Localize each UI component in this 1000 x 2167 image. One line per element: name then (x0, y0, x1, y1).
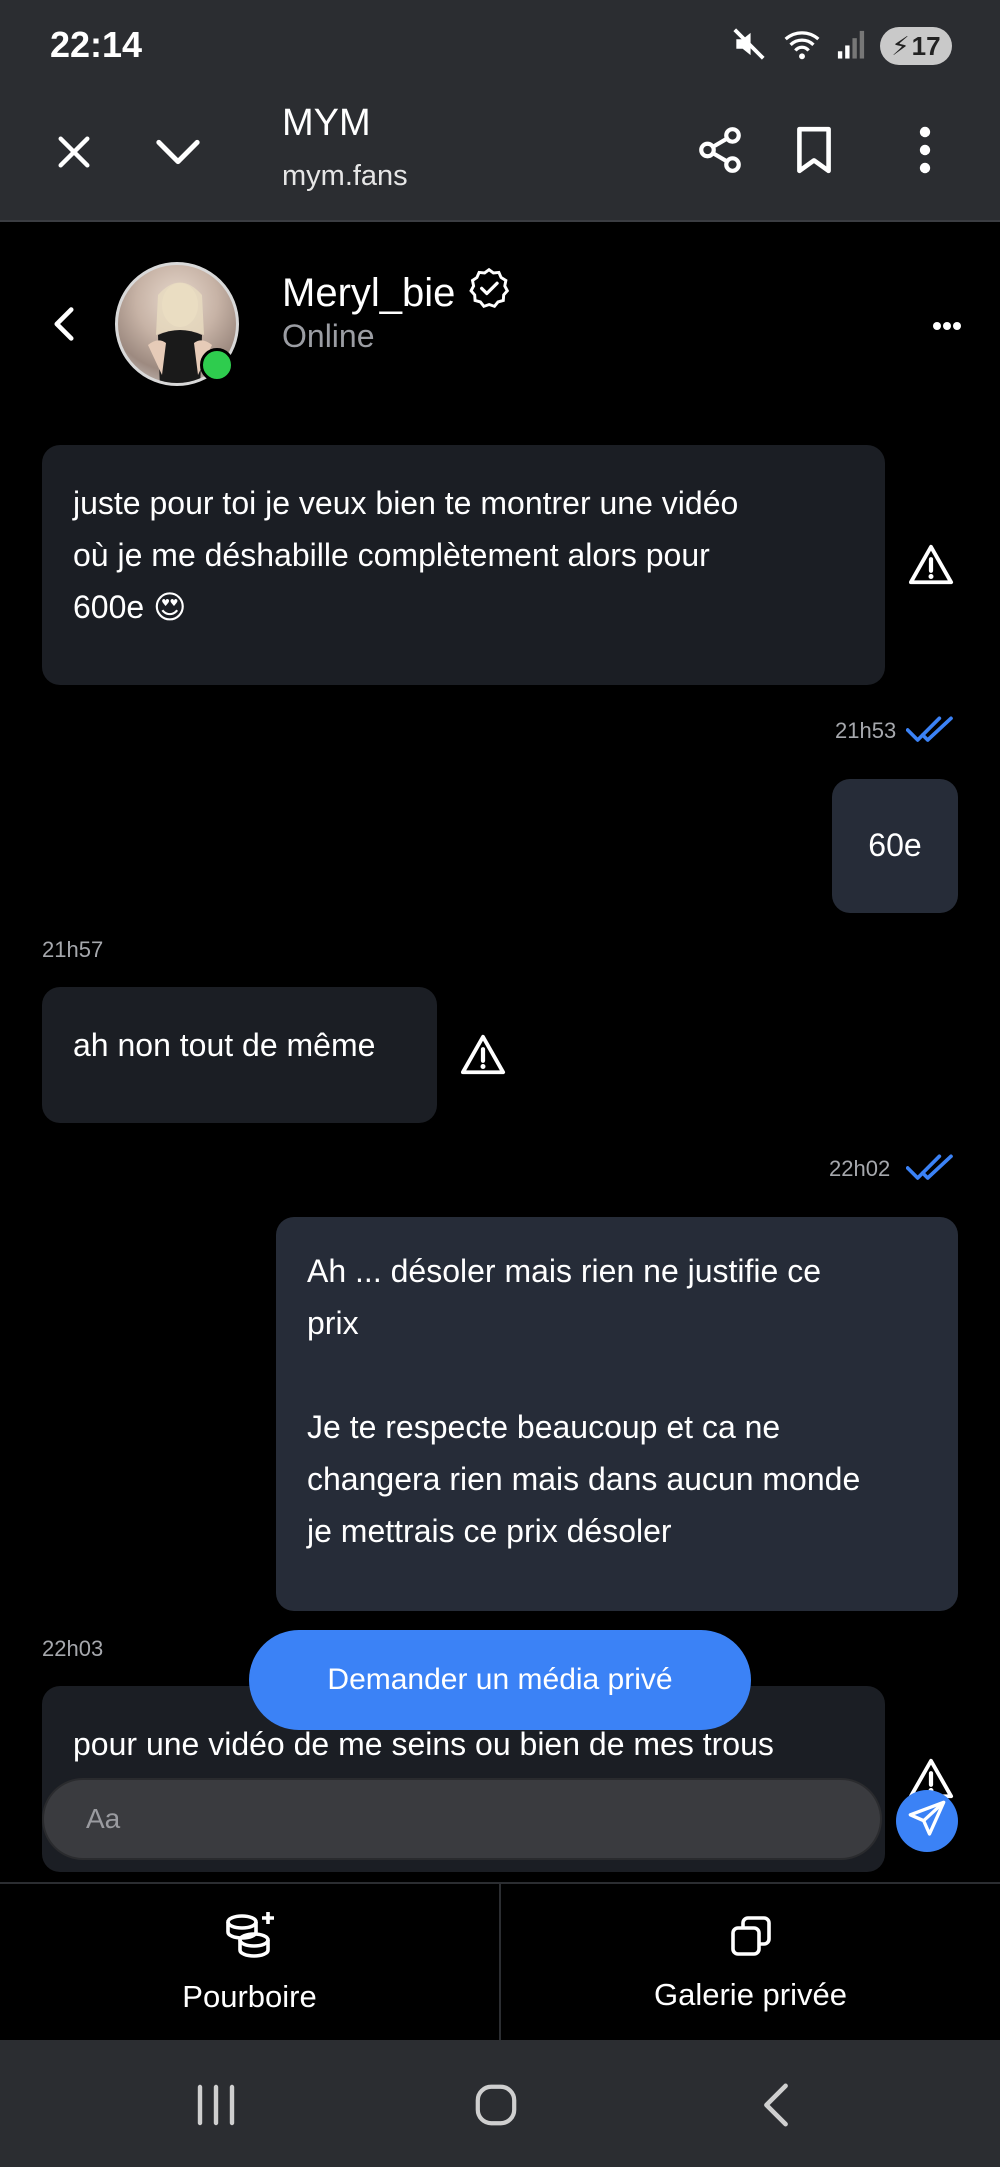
charging-icon: ⚡ (891, 30, 910, 61)
browser-url[interactable]: mym.fans (282, 160, 408, 193)
gallery-icon (727, 1912, 775, 1965)
message-bubble-sent: 60e (832, 779, 958, 913)
read-receipt-icon (905, 714, 956, 751)
online-indicator (200, 348, 234, 382)
close-icon[interactable] (46, 124, 102, 180)
wifi-icon (782, 26, 822, 67)
report-warning-icon[interactable] (460, 1032, 506, 1078)
message-input[interactable] (44, 1780, 880, 1858)
message-line: 600e 😍 (73, 589, 187, 625)
message-line: Ah ... désoler mais rien ne justifie ce (307, 1253, 822, 1289)
message-line: Je te respecte beaucoup et ca ne (307, 1409, 781, 1445)
send-icon (907, 1799, 947, 1844)
share-icon[interactable] (690, 120, 750, 180)
coins-plus-icon (222, 1910, 278, 1967)
message-line: je mettrais ce prix désoler (307, 1513, 672, 1549)
mute-icon (730, 25, 768, 68)
message-bubble-received: juste pour toi je veux bien te montrer u… (42, 445, 885, 685)
system-back-icon[interactable] (736, 2070, 816, 2140)
request-private-media-button[interactable]: Demander un média privé (249, 1630, 751, 1730)
chevron-down-icon[interactable] (150, 124, 206, 180)
verified-badge-icon (467, 266, 511, 320)
status-time: 22:14 (50, 24, 143, 65)
system-navigation-bar (0, 2040, 1000, 2167)
status-bar: 22:14 ⚡ 17 (0, 0, 1000, 90)
read-receipt-icon (905, 1152, 956, 1189)
home-icon[interactable] (456, 2070, 536, 2140)
signal-icon (836, 28, 866, 65)
private-gallery-button[interactable]: Galerie privée (499, 1884, 1000, 2040)
battery-level: 17 (911, 30, 941, 61)
private-gallery-label: Galerie privée (654, 1976, 847, 2012)
presence-status: Online (282, 318, 375, 354)
chat-header: Meryl_bie Online (0, 224, 1000, 424)
message-line: prix (307, 1305, 359, 1341)
message-bubble-sent: Ah ... désoler mais rien ne justifie ce … (276, 1217, 958, 1611)
bottom-action-bar: Pourboire Galerie privée (0, 1882, 1000, 2040)
message-line: juste pour toi je veux bien te montrer u… (73, 485, 739, 521)
message-timestamp: 21h57 (42, 937, 104, 962)
message-composer (42, 1778, 882, 1860)
message-bubble-received: ah non tout de même (42, 987, 437, 1123)
message-line: ah non tout de même (73, 1027, 376, 1063)
bookmark-icon[interactable] (784, 120, 844, 180)
battery-indicator: ⚡ 17 (880, 27, 952, 65)
more-horizontal-icon[interactable] (932, 318, 968, 332)
browser-toolbar: MYM mym.fans (0, 90, 1000, 222)
report-warning-icon[interactable] (908, 542, 954, 588)
recent-apps-icon[interactable] (176, 2070, 256, 2140)
message-timestamp: 21h53 (835, 718, 897, 743)
username-text: Meryl_bie (282, 270, 456, 315)
message-timestamp: 22h02 (829, 1156, 891, 1181)
back-icon[interactable] (52, 306, 92, 346)
message-line: changera rien mais dans aucun monde (307, 1461, 861, 1497)
tip-label: Pourboire (182, 1978, 317, 2014)
more-vertical-icon[interactable] (900, 120, 950, 180)
message-timestamp: 22h03 (42, 1636, 104, 1661)
message-line: où je me déshabille complètement alors p… (73, 537, 710, 573)
message-line: 60e (868, 827, 922, 863)
send-button[interactable] (896, 1790, 958, 1852)
tip-button[interactable]: Pourboire (0, 1884, 499, 2040)
status-icons: ⚡ 17 (730, 26, 952, 66)
chat-username[interactable]: Meryl_bie (282, 266, 511, 320)
browser-page-title: MYM (282, 102, 371, 144)
